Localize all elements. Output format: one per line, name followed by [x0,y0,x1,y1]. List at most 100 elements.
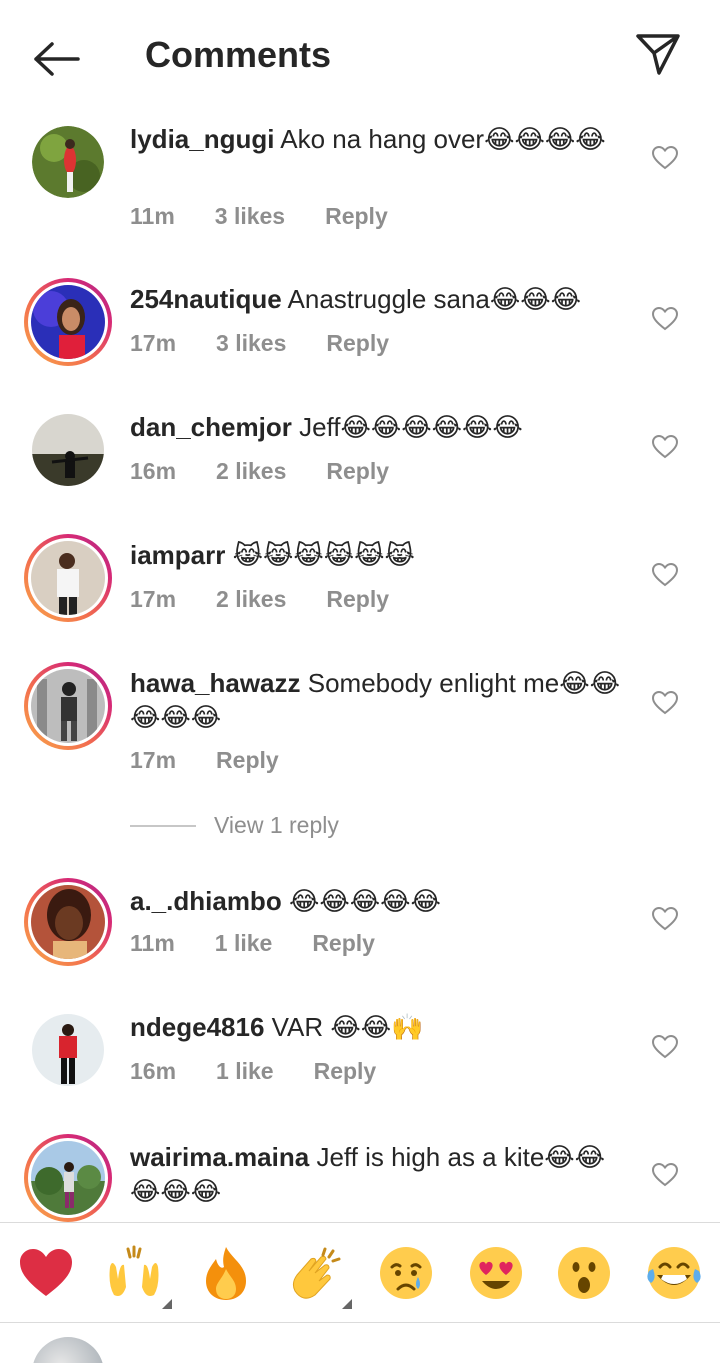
avatar [31,541,105,615]
like-button[interactable] [648,1158,682,1192]
comment-meta: 16m 1 like Reply [130,1058,416,1085]
like-button[interactable] [648,302,682,336]
comment-username[interactable]: 254nautique [130,284,282,314]
emoji-surprised-face-button[interactable] [552,1241,616,1305]
header: Comments [0,0,720,112]
avatar-story-ring[interactable] [24,1134,112,1222]
comment-meta: 16m 2 likes Reply [130,458,429,485]
fire-icon [206,1247,246,1300]
skin-tone-indicator [162,1299,172,1309]
comment-time: 17m [130,747,177,773]
comment-meta: 17m 3 likes Reply [130,330,429,357]
like-button[interactable] [648,686,682,720]
reply-button[interactable]: Reply [216,747,279,774]
heart-icon [652,146,678,170]
comment-text: wairima.maina Jeff is high as a kite😂😂😂😂… [130,1140,630,1208]
comment-text: hawa_hawazz Somebody enlight me😂😂😂😂😂 [130,666,630,734]
reply-button[interactable]: Reply [312,930,375,957]
heart-icon [652,1035,678,1059]
heart-icon [652,691,678,715]
comment-meta: 17m 2 likes Reply [130,586,429,613]
comment-body: VAR 😂😂🙌 [271,1012,424,1042]
emoji-clapping-hands-button[interactable] [282,1241,352,1309]
emoji-fire-button[interactable] [194,1241,258,1305]
tears-of-joy-icon [647,1247,701,1299]
comment-meta: 11m 1 like Reply [130,930,415,957]
comment-username[interactable]: lydia_ngugi [130,124,274,154]
comment-body: Ako na hang over😂😂😂😂 [280,124,606,154]
clapping-hands-icon [292,1247,341,1299]
current-user-avatar [32,1337,104,1363]
emoji-reaction-bar [0,1222,720,1322]
avatar-story-ring[interactable] [24,278,112,366]
view-replies-label: View 1 reply [214,812,339,838]
comment-username[interactable]: hawa_hawazz [130,668,301,698]
heart-icon [652,435,678,459]
red-heart-icon [20,1249,72,1296]
comment-meta: 17m Reply [130,747,319,774]
crying-face-icon [380,1247,432,1299]
avatar [31,1141,105,1215]
view-replies-button[interactable]: View 1 reply [130,812,339,839]
emoji-raising-hands-button[interactable] [102,1241,172,1309]
avatar [31,885,105,959]
comment-meta: 11m 3 likes Reply [130,203,428,230]
surprised-face-icon [558,1247,610,1299]
avatar[interactable] [32,414,104,486]
arrow-left-icon [34,42,80,76]
comment-likes[interactable]: 2 likes [216,458,286,485]
comment-time: 11m [130,203,175,229]
comment-likes[interactable]: 3 likes [216,330,286,357]
comment-likes[interactable]: 1 like [215,930,273,957]
avatar[interactable] [32,1014,104,1086]
avatar-story-ring[interactable] [24,662,112,750]
divider-line [130,824,196,827]
comment-username[interactable]: dan_chemjor [130,412,292,442]
avatar [31,285,105,359]
comment-username[interactable]: ndege4816 [130,1012,264,1042]
skin-tone-indicator [342,1299,352,1309]
heart-eyes-icon [470,1247,522,1299]
comment-username[interactable]: a._.dhiambo [130,886,282,916]
comment-username[interactable]: wairima.maina [130,1142,309,1172]
avatar-story-ring[interactable] [24,534,112,622]
comment-body: 😂😂😂😂😂 [288,886,441,916]
comment-text: ndege4816 VAR 😂😂🙌 [130,1010,630,1044]
reply-button[interactable]: Reply [314,1058,377,1085]
comment-likes[interactable]: 2 likes [216,586,286,613]
like-button[interactable] [648,558,682,592]
reply-button[interactable]: Reply [326,586,389,613]
emoji-crying-face-button[interactable] [374,1241,438,1305]
emoji-tears-of-joy-button[interactable] [642,1241,706,1305]
share-button[interactable] [630,28,686,80]
like-button[interactable] [648,902,682,936]
heart-icon [652,563,678,587]
avatar [31,669,105,743]
reply-button[interactable]: Reply [326,458,389,485]
like-button[interactable] [648,1030,682,1064]
comment-body: 😹😹😹😹😹😹 [232,540,415,570]
comment-text: dan_chemjor Jeff😂😂😂😂😂😂 [130,410,630,444]
avatar-story-ring[interactable] [24,878,112,966]
comment-time: 16m [130,1058,177,1084]
emoji-heart-eyes-button[interactable] [464,1241,528,1305]
comment-body: Jeff😂😂😂😂😂😂 [299,412,523,442]
comment-username[interactable]: iamparr [130,540,225,570]
comment-text: 254nautique Anastruggle sana😂😂😂 [130,282,630,316]
reply-button[interactable]: Reply [326,330,389,357]
like-button[interactable] [648,141,682,175]
comment-body: Anastruggle sana😂😂😂 [287,284,582,314]
comment-time: 11m [130,930,175,956]
comment-likes[interactable]: 1 like [216,1058,274,1085]
comment-composer [0,1322,720,1363]
back-button[interactable] [28,34,84,84]
emoji-red-heart-button[interactable] [14,1241,78,1305]
heart-icon [652,307,678,331]
reply-button[interactable]: Reply [325,203,388,230]
comment-time: 16m [130,458,177,484]
comment-text: iamparr 😹😹😹😹😹😹 [130,538,630,572]
comment-likes[interactable]: 3 likes [215,203,285,230]
avatar[interactable] [32,126,104,198]
like-button[interactable] [648,430,682,464]
paper-plane-icon [636,34,680,75]
